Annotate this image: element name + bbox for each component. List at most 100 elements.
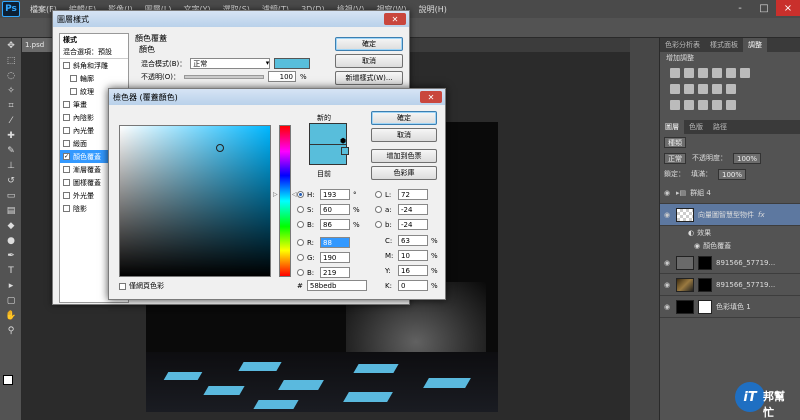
cancel-button[interactable]: 取消 (371, 128, 437, 142)
layer-effect-color-overlay[interactable]: ◉ 顏色覆蓋 (660, 239, 800, 252)
add-to-swatches-button[interactable]: 增加到色票 (371, 149, 437, 163)
color-lookup-icon[interactable] (726, 84, 736, 94)
rgb-input[interactable]: 219 (320, 267, 350, 278)
rgb-input[interactable]: 88 (320, 237, 350, 248)
rgb-radio[interactable] (297, 269, 304, 276)
path-select-icon[interactable]: ▸ (0, 278, 22, 293)
close-icon[interactable]: ✕ (420, 91, 442, 103)
marquee-tool-icon[interactable]: ⬚ (0, 53, 22, 68)
tab-channels[interactable]: 色版 (684, 120, 708, 134)
maximize-button[interactable]: □ (752, 0, 776, 16)
eraser-tool-icon[interactable]: ▭ (0, 188, 22, 203)
layer-row-group[interactable]: ◉ ▸▤ 群組 4 (660, 182, 800, 204)
shape-tool-icon[interactable]: ▢ (0, 293, 22, 308)
cmyk-input[interactable]: 16 (398, 265, 428, 276)
hsb-input[interactable]: 193 (320, 189, 350, 200)
eyedropper-tool-icon[interactable]: ⁄ (0, 113, 22, 128)
layer-opacity-input[interactable]: 100% (733, 152, 762, 164)
rgb-radio[interactable] (297, 239, 304, 246)
close-button[interactable]: × (776, 0, 800, 16)
visibility-eye-icon[interactable]: ◉ (694, 242, 700, 250)
levels-icon[interactable] (684, 68, 694, 78)
style-item[interactable]: 斜角和浮雕 (60, 59, 128, 72)
color-libraries-button[interactable]: 色彩庫 (371, 166, 437, 180)
rgb-radio[interactable] (297, 254, 304, 261)
web-colors-only-checkbox[interactable] (119, 282, 126, 290)
move-tool-icon[interactable]: ✥ (0, 38, 22, 53)
web-safe-swatch[interactable] (341, 147, 349, 155)
magic-wand-icon[interactable]: ✧ (0, 83, 22, 98)
lab-radio[interactable] (375, 221, 382, 228)
style-checkbox[interactable] (63, 127, 70, 134)
style-blending-options[interactable]: 混合選項：預設 (60, 46, 128, 59)
hue-slider[interactable] (279, 125, 291, 277)
hue-slider-right-arrow-icon[interactable]: ◁ (292, 191, 297, 198)
hue-saturation-icon[interactable] (740, 68, 750, 78)
color-selection-marker[interactable] (216, 144, 224, 152)
blur-tool-icon[interactable]: ◆ (0, 218, 22, 233)
vibrance-icon[interactable] (726, 68, 736, 78)
black-white-icon[interactable] (684, 84, 694, 94)
hue-slider-left-arrow-icon[interactable]: ▷ (273, 191, 278, 198)
tab-histogram[interactable]: 色彩分析表 (660, 38, 705, 52)
layer-row-masked-photo[interactable]: ◉ 891566_57719... (660, 274, 800, 296)
exposure-icon[interactable] (712, 68, 722, 78)
hsb-input[interactable]: 86 (320, 219, 350, 230)
history-brush-icon[interactable]: ↺ (0, 173, 22, 188)
photo-filter-icon[interactable] (698, 84, 708, 94)
foreground-color-swatch[interactable] (3, 375, 13, 385)
lab-radio[interactable] (375, 206, 382, 213)
style-item[interactable]: 輪廓 (60, 72, 128, 85)
visibility-eye-icon[interactable]: ◉ (664, 259, 672, 267)
blend-mode-select[interactable]: 正常 ▾ (190, 58, 271, 69)
tab-layers[interactable]: 圖層 (660, 120, 684, 134)
lasso-tool-icon[interactable]: ◌ (0, 68, 22, 83)
style-checkbox[interactable] (63, 62, 70, 69)
layer-blend-mode-select[interactable]: 正常 (664, 152, 686, 164)
visibility-eye-icon[interactable]: ◉ (664, 189, 672, 197)
dodge-tool-icon[interactable]: ● (0, 233, 22, 248)
tab-adjustments[interactable]: 調整 (743, 38, 767, 52)
hsb-radio[interactable] (297, 191, 304, 198)
lab-input[interactable]: 72 (398, 189, 428, 200)
layer-row-fill[interactable]: ◉ 色彩填色 1 (660, 296, 800, 318)
layer-kind-filter[interactable]: 種類 (664, 136, 686, 148)
minimize-button[interactable]: - (728, 0, 752, 16)
style-checkbox[interactable] (70, 88, 77, 95)
style-checkbox[interactable] (63, 205, 70, 212)
overlay-color-swatch[interactable] (274, 58, 311, 69)
layer-effects-row[interactable]: ◐ 效果 (660, 226, 800, 239)
channel-mixer-icon[interactable] (712, 84, 722, 94)
style-checkbox[interactable] (70, 75, 77, 82)
pen-tool-icon[interactable]: ✒ (0, 248, 22, 263)
hand-tool-icon[interactable]: ✋ (0, 308, 22, 323)
cmyk-input[interactable]: 10 (398, 250, 428, 261)
color-picker-titlebar[interactable]: 檢色器 (覆蓋顏色) ✕ (109, 89, 445, 105)
lab-input[interactable]: -24 (398, 204, 428, 215)
cmyk-input[interactable]: 0 (398, 280, 428, 291)
style-checkbox[interactable] (63, 140, 70, 147)
style-checkbox[interactable]: ✓ (63, 153, 70, 160)
ok-button[interactable]: 確定 (371, 111, 437, 125)
visibility-eye-icon[interactable]: ◉ (664, 303, 672, 311)
stamp-tool-icon[interactable]: ⊥ (0, 158, 22, 173)
lab-radio[interactable] (375, 191, 382, 198)
invert-icon[interactable] (670, 100, 680, 110)
cmyk-input[interactable]: 63 (398, 235, 428, 246)
opacity-slider[interactable] (183, 74, 264, 79)
rgb-input[interactable]: 190 (320, 252, 350, 263)
zoom-tool-icon[interactable]: ⚲ (0, 323, 22, 338)
hex-input[interactable]: 58bedb (306, 280, 367, 291)
saturation-brightness-field[interactable] (119, 125, 271, 277)
layer-style-titlebar[interactable]: 圖層樣式 ✕ (53, 11, 409, 27)
style-checkbox[interactable] (63, 179, 70, 186)
hsb-radio[interactable] (297, 221, 304, 228)
gamut-warning-cube-icon[interactable]: ⬢ (340, 137, 346, 145)
color-balance-icon[interactable] (670, 84, 680, 94)
type-tool-icon[interactable]: T (0, 263, 22, 278)
posterize-icon[interactable] (684, 100, 694, 110)
visibility-eye-icon[interactable]: ◉ (664, 211, 672, 219)
layer-row-smart-object[interactable]: ◉ 向量圖智慧型物件 fx (660, 204, 800, 226)
gradient-tool-icon[interactable]: ▤ (0, 203, 22, 218)
tab-paths[interactable]: 路徑 (708, 120, 732, 134)
